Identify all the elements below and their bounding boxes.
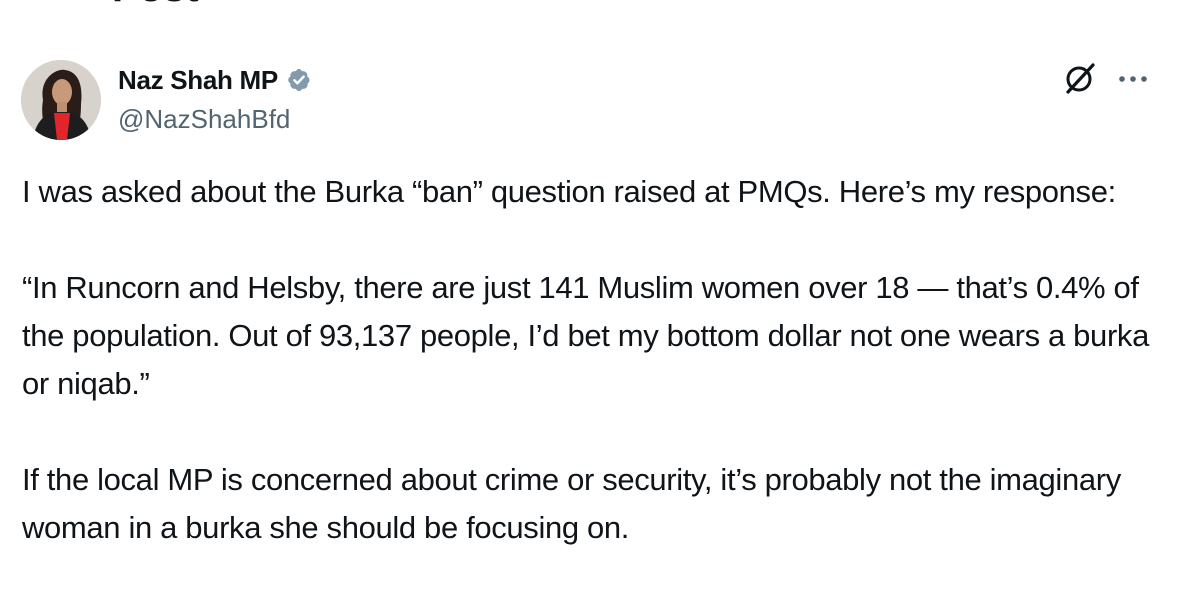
author-handle[interactable]: @NazShahBfd <box>118 103 290 135</box>
post-header: ← Post <box>0 0 1196 10</box>
more-options-icon[interactable] <box>1116 66 1150 92</box>
tweet-paragraph: “In Runcorn and Helsby, there are just 1… <box>22 270 1149 401</box>
author-name-row[interactable]: Naz Shah MP <box>118 60 314 100</box>
tweet-text: I was asked about the Burka “ban” questi… <box>22 168 1172 598</box>
avatar-photo <box>21 60 101 140</box>
post-page: ← Post Naz Shah MP @NazShahBfd <box>0 0 1196 598</box>
avatar[interactable] <box>21 60 101 140</box>
page-title: Post <box>112 0 199 10</box>
author-name[interactable]: Naz Shah MP <box>118 64 278 96</box>
verified-badge-icon[interactable] <box>284 65 314 95</box>
arrow-left-icon[interactable]: ← <box>20 0 50 2</box>
grok-icon[interactable] <box>1062 60 1098 96</box>
tweet-paragraph: I was asked about the Burka “ban” questi… <box>22 174 1116 209</box>
tweet-paragraph: If the local MP is concerned about crime… <box>22 462 1121 545</box>
